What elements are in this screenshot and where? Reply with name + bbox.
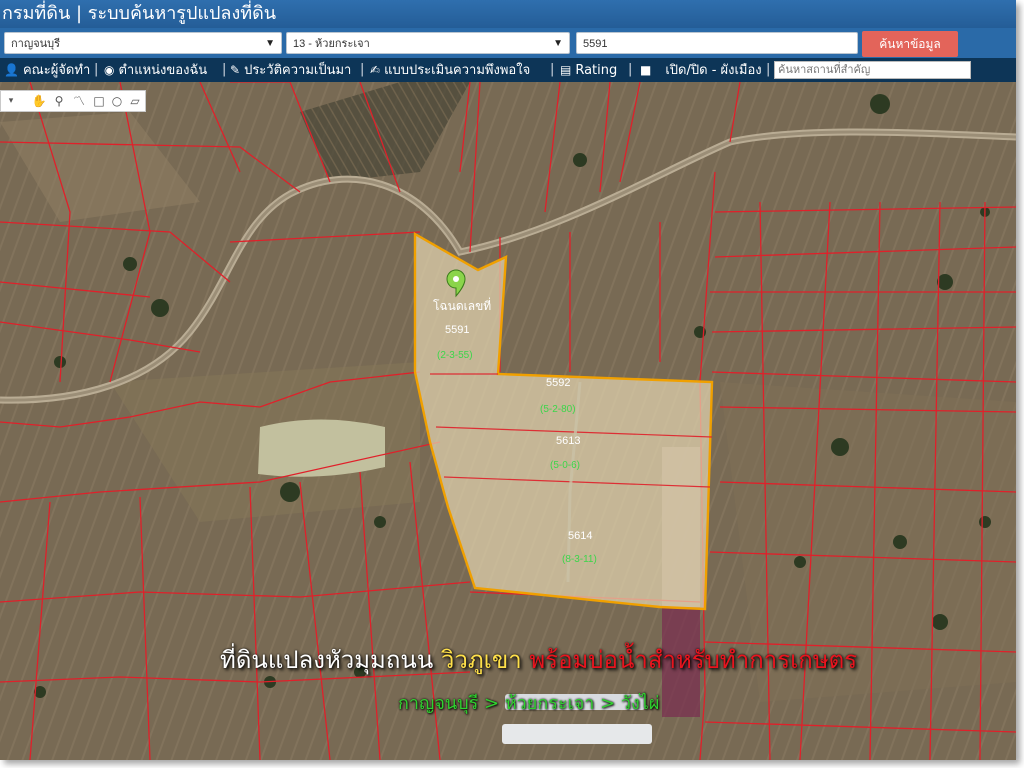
overlay-title-part-yellow: วิวภูเขา <box>440 646 530 674</box>
polygon-icon[interactable]: ▱ <box>127 93 143 109</box>
overlay-title-part-red: พร้อมบ่อน้ำสำหรับทำการเกษตร <box>529 646 858 674</box>
toolbar-label: เปิด/ปิด - ผังเมือง <box>665 63 762 78</box>
parcel-number-5614: 5614 <box>568 530 593 542</box>
toolbar-item-rating[interactable]: ▤ Rating <box>560 58 617 82</box>
toolbar-label: แบบประเมินความพึงพอใจ <box>384 63 531 78</box>
divider: | <box>550 62 555 77</box>
toolbar-item-survey[interactable]: ✍ แบบประเมินความพึงพอใจ <box>370 58 530 82</box>
divider: | <box>360 62 365 77</box>
parcel-area-5613: (5-0-6) <box>550 460 581 471</box>
rectangle-icon[interactable]: □ <box>91 93 107 109</box>
chevron-down-icon: ▼ <box>553 38 563 49</box>
toolbar-item-city-plan-toggle[interactable]: ■ เปิด/ปิด - ผังเมือง <box>640 58 762 82</box>
app-window: กรมที่ดิน | ระบบค้นหารูปแปลงที่ดิน กาญจน… <box>0 0 1016 760</box>
history-icon: ✎ <box>230 63 241 77</box>
divider: | <box>628 62 633 77</box>
circle-icon[interactable]: ○ <box>109 93 125 109</box>
page-title: กรมที่ดิน | ระบบค้นหารูปแปลงที่ดิน <box>0 0 1016 28</box>
divider: | <box>94 62 99 77</box>
checkbox-icon: ■ <box>640 63 652 77</box>
place-search-input[interactable]: ค้นหาสถานที่สำคัญ <box>774 61 971 79</box>
chevron-down-icon[interactable]: ▾ <box>3 93 19 109</box>
toolbar: 👤 คณะผู้จัดทำ | ◉ ตำแหน่งของฉัน | ✎ ประวัติ… <box>0 58 1016 82</box>
search-button[interactable]: ค้นหาข้อมูล <box>862 31 958 57</box>
parcel-number-input[interactable]: 5591 <box>576 32 858 54</box>
district-value: 13 - ห้วยกระเจา <box>293 38 370 50</box>
parcel-area-5614: (8-3-11) <box>562 554 597 565</box>
rating-icon: ▤ <box>560 63 572 77</box>
province-value: กาญจนบุรี <box>11 38 61 50</box>
overlay-subtitle: กาญจนบุรี > ห้วยกระเจา > วังไผ่ <box>398 693 660 714</box>
draw-toolbar: ▾ ✋ ⚲ 〽 □ ○ ▱ <box>0 90 146 112</box>
marker-dot <box>453 276 459 282</box>
toolbar-item-team[interactable]: 👤 คณะผู้จัดทำ <box>4 58 90 82</box>
divider: | <box>222 62 227 77</box>
users-icon: 👤 <box>4 63 19 77</box>
marker-icon[interactable]: ⚲ <box>51 93 67 109</box>
province-select[interactable]: กาญจนบุรี ▼ <box>4 32 282 54</box>
chevron-down-icon: ▼ <box>265 38 275 49</box>
toolbar-item-history[interactable]: ✎ ประวัติความเป็นมา <box>230 58 351 82</box>
parcel-area-5592: (5-2-80) <box>540 404 576 415</box>
parcel-number-value: 5591 <box>583 38 608 50</box>
toolbar-label: Rating <box>575 63 618 78</box>
toolbar-item-my-location[interactable]: ◉ ตำแหน่งของฉัน <box>104 58 207 82</box>
toolbar-label: ประวัติความเป็นมา <box>244 63 352 78</box>
overlay-title-part-white: ที่ดินแปลงหัวมุมถนน <box>220 646 441 674</box>
location-icon: ◉ <box>104 63 115 77</box>
district-select[interactable]: 13 - ห้วยกระเจา ▼ <box>286 32 570 54</box>
divider: | <box>766 62 771 77</box>
toolbar-label: ตำแหน่งของฉัน <box>118 63 208 78</box>
hand-icon[interactable]: ✋ <box>31 93 47 109</box>
overlay-title: ที่ดินแปลงหัวมุมถนน วิวภูเขา พร้อมบ่อน้ำ… <box>220 640 857 679</box>
parcel-area-5591: (2-3-55) <box>437 350 473 361</box>
toolbar-label: คณะผู้จัดทำ <box>22 63 91 78</box>
marker-label: โฉนดเลขที่ <box>433 299 492 313</box>
search-bar: กาญจนบุรี ▼ 13 - ห้วยกระเจา ▼ 5591 ค้นหา… <box>0 28 1016 58</box>
parcel-number-5613: 5613 <box>556 435 581 447</box>
parcel-number-5592: 5592 <box>546 377 571 389</box>
polyline-icon[interactable]: 〽 <box>71 93 87 109</box>
survey-icon: ✍ <box>370 63 381 77</box>
parcel-number-5591: 5591 <box>445 324 470 336</box>
